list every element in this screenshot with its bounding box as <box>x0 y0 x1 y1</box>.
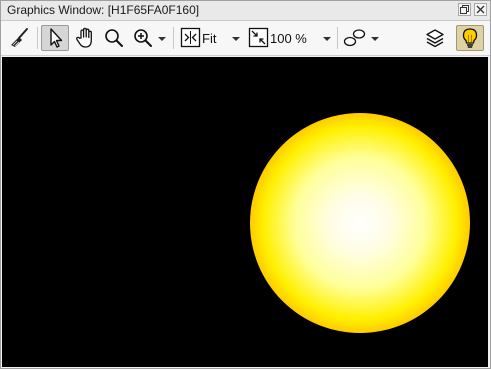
zoom-percent-label: 100 % <box>270 31 307 46</box>
close-button[interactable] <box>474 3 487 16</box>
light-bulb-icon <box>462 28 478 48</box>
restore-button[interactable] <box>458 3 471 16</box>
window-title: Graphics Window: [H1F65FA0F160] <box>7 3 200 17</box>
lasso-icon <box>343 29 366 47</box>
zoom-percent-dropdown-button[interactable]: 100 % <box>246 25 334 51</box>
toolbar-separator <box>37 27 38 49</box>
hand-icon <box>76 27 92 48</box>
clear-button[interactable] <box>7 25 33 51</box>
zoom-fit-dropdown-button[interactable]: Fit <box>178 25 244 51</box>
actual-size-icon <box>248 27 269 48</box>
select-tool-button[interactable] <box>41 25 69 51</box>
chevron-down-icon <box>323 37 331 41</box>
toolbar-separator <box>337 27 338 49</box>
close-icon <box>476 5 485 14</box>
zoom-mode-label: Fit <box>202 31 217 46</box>
rendered-sphere <box>250 113 470 333</box>
title-bar[interactable]: Graphics Window: [H1F65FA0F160] <box>1 1 490 21</box>
graphics-canvas[interactable] <box>2 57 488 367</box>
pan-tool-button[interactable] <box>72 25 98 51</box>
selection-shape-dropdown-button[interactable] <box>341 25 381 51</box>
zoom-tool-button[interactable] <box>101 25 127 51</box>
toolbar-separator <box>173 27 174 49</box>
pointer-arrow-icon <box>50 28 63 48</box>
layers-icon <box>426 29 444 48</box>
graphics-toolbar: Fit 100 % <box>1 21 490 56</box>
chevron-down-icon <box>158 37 166 41</box>
restore-icon <box>460 5 469 14</box>
fit-frame-icon <box>180 27 201 48</box>
chevron-down-icon <box>232 37 240 41</box>
zoom-in-dropdown-button[interactable] <box>130 25 170 51</box>
highlight-toggle-button[interactable] <box>456 25 484 51</box>
chevron-down-icon <box>371 37 379 41</box>
magnifier-icon <box>105 29 123 47</box>
zoom-in-icon <box>134 29 152 47</box>
layers-button[interactable] <box>422 25 448 51</box>
broom-icon <box>11 28 28 47</box>
graphics-window: Graphics Window: [H1F65FA0F160] Fit 100 … <box>0 0 491 369</box>
